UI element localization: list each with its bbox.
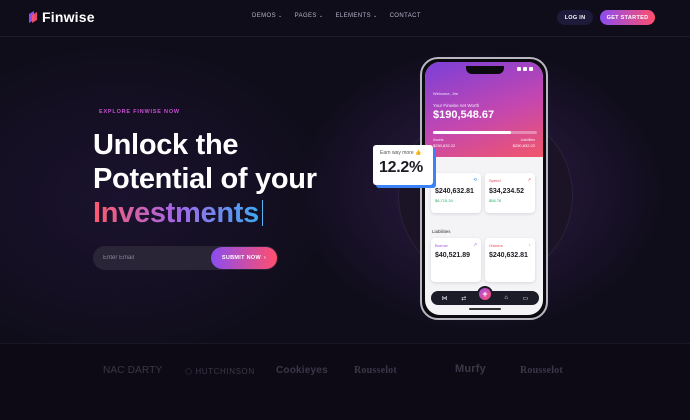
section-label: Liabilities: [432, 229, 451, 234]
hero-heading: Unlock the Potential of your Investments: [93, 128, 317, 230]
assets-progress-fill: [433, 131, 511, 134]
partner-logo-murfy: Murfy: [455, 363, 486, 375]
email-signup-form: SUBMIT NOW ›: [93, 246, 278, 270]
logos-divider: [0, 343, 690, 344]
partner-logo-cookieyes: Cookieyes: [276, 365, 328, 376]
menu-label: PAGES: [294, 13, 317, 19]
welcome-text: Welcome, Jim: [433, 91, 459, 96]
assets-label: Assets: [433, 138, 444, 142]
status-icons: [517, 67, 533, 71]
hero-line-3-wrap: Investments: [93, 196, 317, 230]
chevron-right-icon: ›: [263, 255, 267, 261]
assets-progress-bar: [433, 131, 537, 134]
card-value: $240,632.81: [489, 252, 528, 259]
get-started-button[interactable]: GET STARTED: [600, 10, 655, 25]
networth-header: Welcome, Jim Your Finwise net Worth $190…: [425, 62, 543, 157]
menu-item-demos[interactable]: DEMOS ⌄: [252, 13, 283, 19]
wifi-icon: [523, 67, 527, 71]
card-value: $240,632.81: [435, 188, 474, 195]
bank-tab-icon[interactable]: ⌂: [500, 295, 512, 301]
transfer-tab-icon[interactable]: ⇄: [458, 295, 470, 302]
card-change: $56.76: [489, 198, 502, 203]
account-card-owners[interactable]: Owners ↓ $240,632.81: [485, 238, 535, 282]
add-button[interactable]: +: [477, 286, 493, 302]
battery-icon: [529, 67, 533, 71]
login-button[interactable]: LOG IN: [557, 10, 593, 25]
account-card-borrow[interactable]: Borrow ↗ $40,521.89: [431, 238, 481, 282]
phone-screen: Welcome, Jim Your Finwise net Worth $190…: [425, 62, 543, 315]
card-title: Spend: [489, 178, 501, 183]
partner-logos-strip: NAC DARTY ⬡ HUTCHINSON Cookieyes Roussel…: [0, 343, 690, 420]
hero-line-3: Investments: [93, 197, 259, 229]
account-card-spend[interactable]: Spend ↗ $34,234.52 $56.76: [485, 173, 535, 213]
thumbs-up-icon: 👍: [415, 150, 422, 156]
card-title: Borrow: [435, 243, 448, 248]
partner-logo-nacdarty: NAC DARTY: [103, 365, 163, 376]
partner-logo-rousselot: Rousselot: [354, 365, 397, 376]
main-menu: DEMOS ⌄ PAGES ⌄ ELEMENTS ⌄ CONTACT: [252, 13, 421, 19]
email-input[interactable]: [103, 252, 203, 264]
account-card-savings[interactable]: ⟲ $240,632.81 $6,715.34: [431, 173, 481, 213]
menu-label: ELEMENTS: [335, 13, 371, 19]
phone-mockup: Welcome, Jim Your Finwise net Worth $190…: [420, 57, 548, 320]
earn-stat-value: 12.2%: [379, 159, 423, 176]
card-value: $34,234.52: [489, 188, 525, 195]
arrow-icon: ↗: [473, 242, 477, 247]
card-value: $40,521.89: [435, 252, 471, 259]
status-bar: [425, 66, 543, 74]
brand-name: Finwise: [42, 9, 95, 25]
menu-item-pages[interactable]: PAGES ⌄: [295, 13, 324, 19]
liabilities-label: Liabilities: [520, 138, 535, 142]
net-worth-label: Your Finwise net Worth: [433, 103, 480, 108]
partner-name: HUTCHINSON: [195, 367, 255, 376]
earn-stat-card: Earn way more 👍 12.2%: [373, 145, 433, 185]
hero-line-2: Potential of your: [93, 163, 317, 195]
chevron-down-icon: ⌄: [318, 13, 324, 19]
submit-button[interactable]: SUBMIT NOW ›: [211, 247, 277, 269]
menu-label: CONTACT: [389, 13, 421, 19]
earn-stat-label: Earn way more: [380, 150, 414, 156]
hero-kicker: EXPLORE FINWISE NOW: [99, 109, 180, 115]
chevron-down-icon: ⌄: [278, 13, 283, 19]
brand-logo[interactable]: Finwise: [28, 9, 95, 25]
earn-stat-label-row: Earn way more 👍: [380, 150, 421, 156]
sync-icon: ⟲: [473, 177, 477, 182]
chat-tab-icon[interactable]: ▭: [519, 295, 531, 302]
finwise-logo-icon: [29, 11, 37, 23]
card-title: Owners: [489, 243, 503, 248]
phone-notch: [466, 66, 504, 74]
card-change: $6,715.34: [435, 198, 453, 203]
assets-value: $250,632.22: [433, 143, 456, 148]
submit-label: SUBMIT NOW: [221, 255, 261, 261]
partner-logo-hutchinson: ⬡ HUTCHINSON: [185, 367, 255, 376]
home-indicator: [469, 308, 501, 310]
typing-cursor: [261, 200, 264, 226]
net-worth-value: $190,548.67: [433, 109, 495, 121]
chevron-down-icon: ⌄: [372, 13, 378, 19]
arrow-icon: ↗: [527, 177, 531, 182]
menu-label: DEMOS: [252, 13, 277, 19]
hutchinson-mark-icon: ⬡: [185, 367, 196, 376]
hero-line-1: Unlock the: [93, 129, 239, 161]
menu-item-elements[interactable]: ELEMENTS ⌄: [335, 13, 377, 19]
partner-logo-rousselot-2: Rousselot: [520, 365, 563, 376]
navbar-divider: [0, 36, 690, 37]
liabilities-value: $250,632.22: [512, 143, 535, 148]
top-navbar: Finwise DEMOS ⌄ PAGES ⌄ ELEMENTS ⌄ CONTACT …: [0, 0, 690, 36]
arrow-down-icon: ↓: [528, 242, 531, 247]
signal-icon: [517, 67, 521, 71]
menu-item-contact[interactable]: CONTACT: [390, 13, 421, 19]
home-tab-icon[interactable]: ⋈: [439, 295, 451, 302]
